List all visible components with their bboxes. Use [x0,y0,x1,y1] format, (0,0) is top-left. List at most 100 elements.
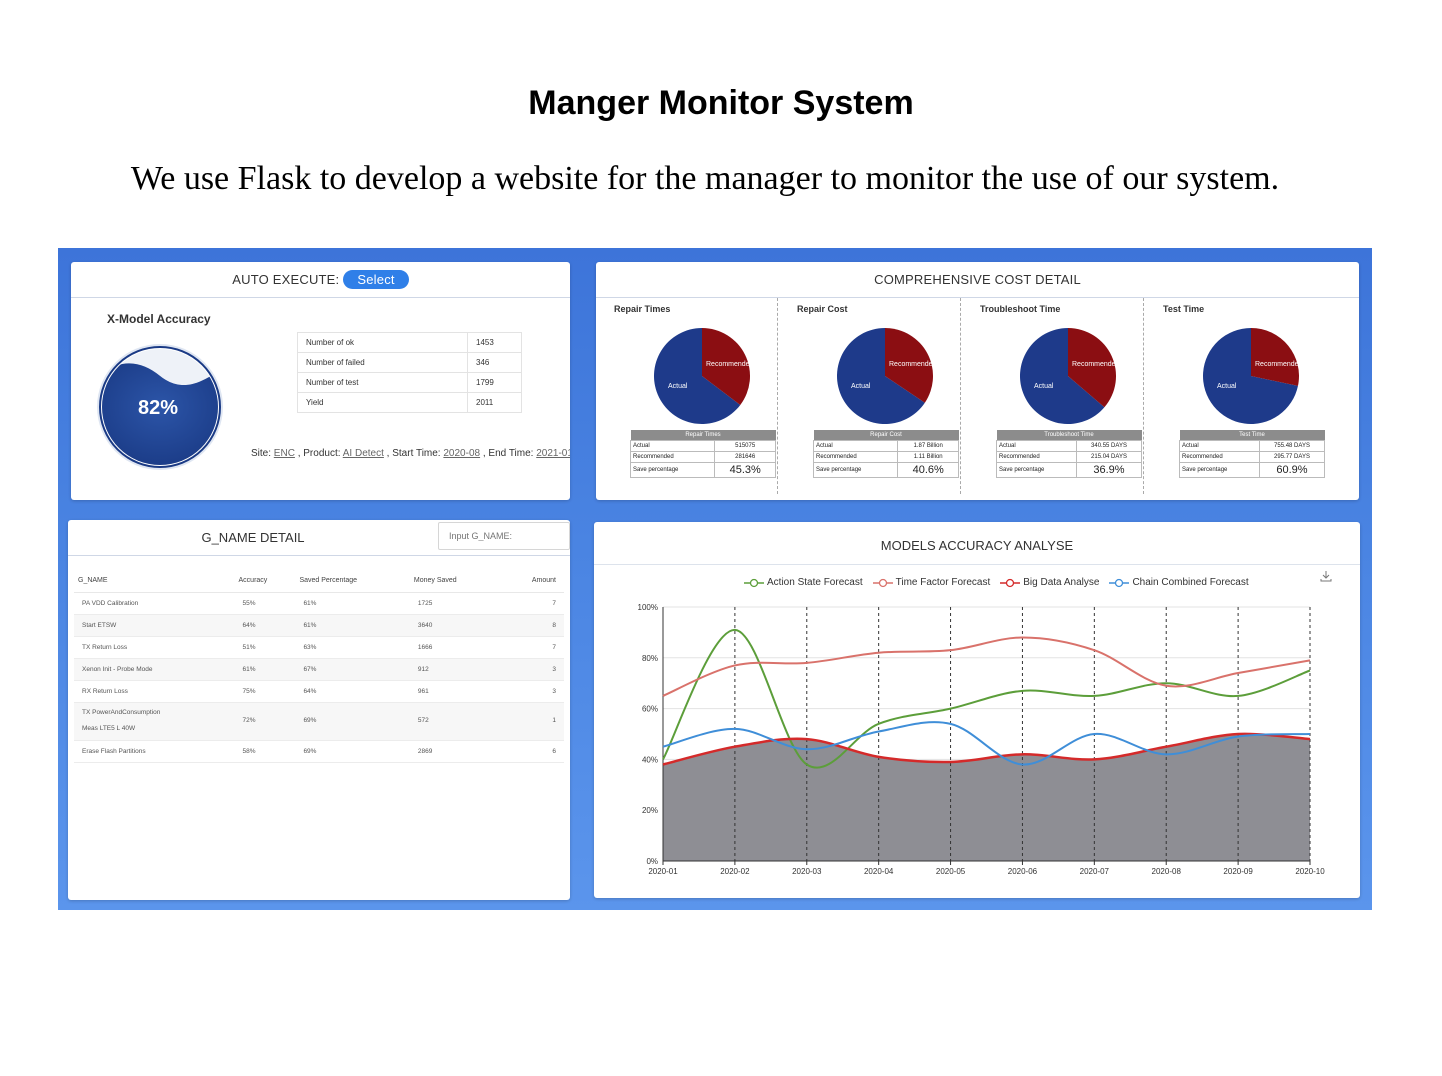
y-tick-label: 0% [646,857,658,866]
cell-money: 1666 [409,636,497,659]
cell-saved: 64% [295,680,410,703]
end-time-link[interactable]: 2021-01 [536,448,570,459]
accuracy-line-chart: 0% 20% 40% 60% 80% 100% 2020-01 2020-02 2020-03 2… [638,603,1326,876]
recommended-label: Recommended [812,450,899,463]
gname-text: TX PowerAndConsumption [82,709,161,716]
x-tick-label: 2020-03 [792,867,822,876]
cost-panel-title: Repair Times [614,304,671,314]
stat-label: Number of ok [297,332,468,353]
column-header[interactable]: Saved Percentage [295,570,410,593]
panel-divider [1143,298,1144,494]
cost-table-title: Repair Cost [813,430,959,440]
table-row[interactable]: Erase Flash Partitions 58% 69% 2869 6 [74,740,564,763]
end-label: End Time: [488,448,534,459]
cell-money: 3640 [409,614,497,637]
gname-text: Xenon Init - Probe Mode [82,665,153,673]
stat-value: 1799 [467,372,522,393]
gname-search-input[interactable] [438,522,570,550]
cell-saved: 61% [295,592,410,615]
stats-row: Number of failed 346 [297,352,522,373]
cell-amount: 7 [496,592,564,615]
cost-panel-title: Test Time [1163,304,1205,314]
x-tick-label: 2020-04 [864,867,894,876]
column-header[interactable]: Accuracy [234,570,296,593]
stats-row: Number of test 1799 [297,372,522,393]
cell-saved: 69% [295,740,410,763]
table-row[interactable]: PA VDD Calibration 55% 61% 1725 7 [74,592,564,615]
stat-value: 346 [467,352,522,373]
save-label: Save percentage [996,461,1077,478]
y-tick-label: 60% [642,705,658,714]
actual-value: 755.48 DAYS [1259,439,1325,452]
actual-value: 1.87 Billion [897,439,959,452]
cost-detail-header: COMPREHENSIVE COST DETAIL [596,262,1359,298]
start-time-link[interactable]: 2020-08 [443,448,480,459]
cell-saved: 63% [295,636,410,659]
y-tick-label: 20% [642,806,658,815]
cell-gname: Xenon Init - Probe Mode [74,658,235,681]
cell-gname: RX Return Loss [74,680,235,703]
gname-text-line2: Meas LTE5 L 40W [82,725,136,732]
cost-table-title: Troubleshoot Time [996,430,1142,440]
cost-pie-chart: Recommended Actual [837,328,933,424]
recommended-value: 1.11 Billion [897,450,959,463]
cell-gname: TX Return Loss [74,636,235,659]
actual-label: Actual [996,439,1077,452]
stat-label: Number of test [297,372,468,393]
cell-amount: 7 [496,636,564,659]
y-tick-label: 100% [638,603,658,612]
column-header[interactable]: Amount [496,570,564,593]
cell-saved: 61% [295,614,410,637]
actual-label: Actual [629,439,716,452]
stat-label: Number of failed [297,352,468,373]
cell-money: 912 [409,658,497,681]
y-tick-label: 80% [642,654,658,663]
cell-money: 2869 [409,740,497,763]
actual-label: Actual [1179,439,1260,452]
product-link[interactable]: AI Detect [343,448,384,459]
cost-pie-chart: Recommended Actual [1020,328,1116,424]
table-row[interactable]: Start ETSW 64% 61% 3640 8 [74,614,564,637]
x-tick-label: 2020-05 [936,867,966,876]
cell-gname: Start ETSW [74,614,235,637]
cost-table-title: Test Time [1179,430,1325,440]
cost-table: Troubleshoot Time Actual 340.55 DAYS Reco… [996,430,1142,478]
column-header[interactable]: Money Saved [409,570,497,593]
separator: , [297,448,301,459]
dashboard-screenshot: AUTO EXECUTE: Select X-Model Accuracy 82… [58,248,1372,910]
x-tick-label: 2020-01 [648,867,678,876]
stats-row: Yield 2011 [297,392,522,413]
cell-accuracy: 51% [234,636,296,659]
pie-label-actual: Actual [1217,383,1237,390]
x-tick-label: 2020-06 [1008,867,1038,876]
recommended-label: Recommended [996,450,1077,463]
gname-detail-card: G_NAME DETAIL G_NAMEAccuracySaved Percen… [68,520,570,900]
recommended-value: 295.77 DAYS [1259,450,1325,463]
cost-panel: Repair Times Recommended Actual Repair T… [596,298,778,498]
site-link[interactable]: ENC [274,448,295,459]
cost-panel: Test Time Recommended Actual Test Time A… [1145,298,1327,498]
cost-detail-card: COMPREHENSIVE COST DETAIL Repair Times R… [596,262,1359,500]
models-accuracy-card: MODELS ACCURACY ANALYSE Action State For… [594,522,1360,898]
table-row[interactable]: TX Return Loss 51% 63% 1666 7 [74,636,564,659]
accuracy-gauge: 82% [97,344,223,470]
x-tick-label: 2020-10 [1295,867,1325,876]
cost-panel-title: Repair Cost [797,304,848,314]
cell-gname: PA VDD Calibration [74,592,235,615]
table-row[interactable]: TX PowerAndConsumption Meas LTE5 L 40W 72%… [74,702,564,741]
cost-table: Test Time Actual 755.48 DAYS Recommended 2… [1179,430,1325,478]
cell-money: 1725 [409,592,497,615]
cost-pie-chart: Recommended Actual [654,328,750,424]
cell-amount: 6 [496,740,564,763]
save-label: Save percentage [629,461,716,478]
separator: , [482,448,486,459]
gname-text: TX Return Loss [82,643,128,651]
table-row[interactable]: Xenon Init - Probe Mode 61% 67% 912 3 [74,658,564,681]
table-row[interactable]: RX Return Loss 75% 64% 961 3 [74,680,564,703]
slide-title: Manger Monitor System [528,84,914,122]
column-header[interactable]: G_NAME [74,570,235,593]
pie-label-actual: Actual [668,383,688,390]
recommended-label: Recommended [1179,450,1260,463]
cell-accuracy: 61% [234,658,296,681]
select-button[interactable]: Select [343,270,409,289]
